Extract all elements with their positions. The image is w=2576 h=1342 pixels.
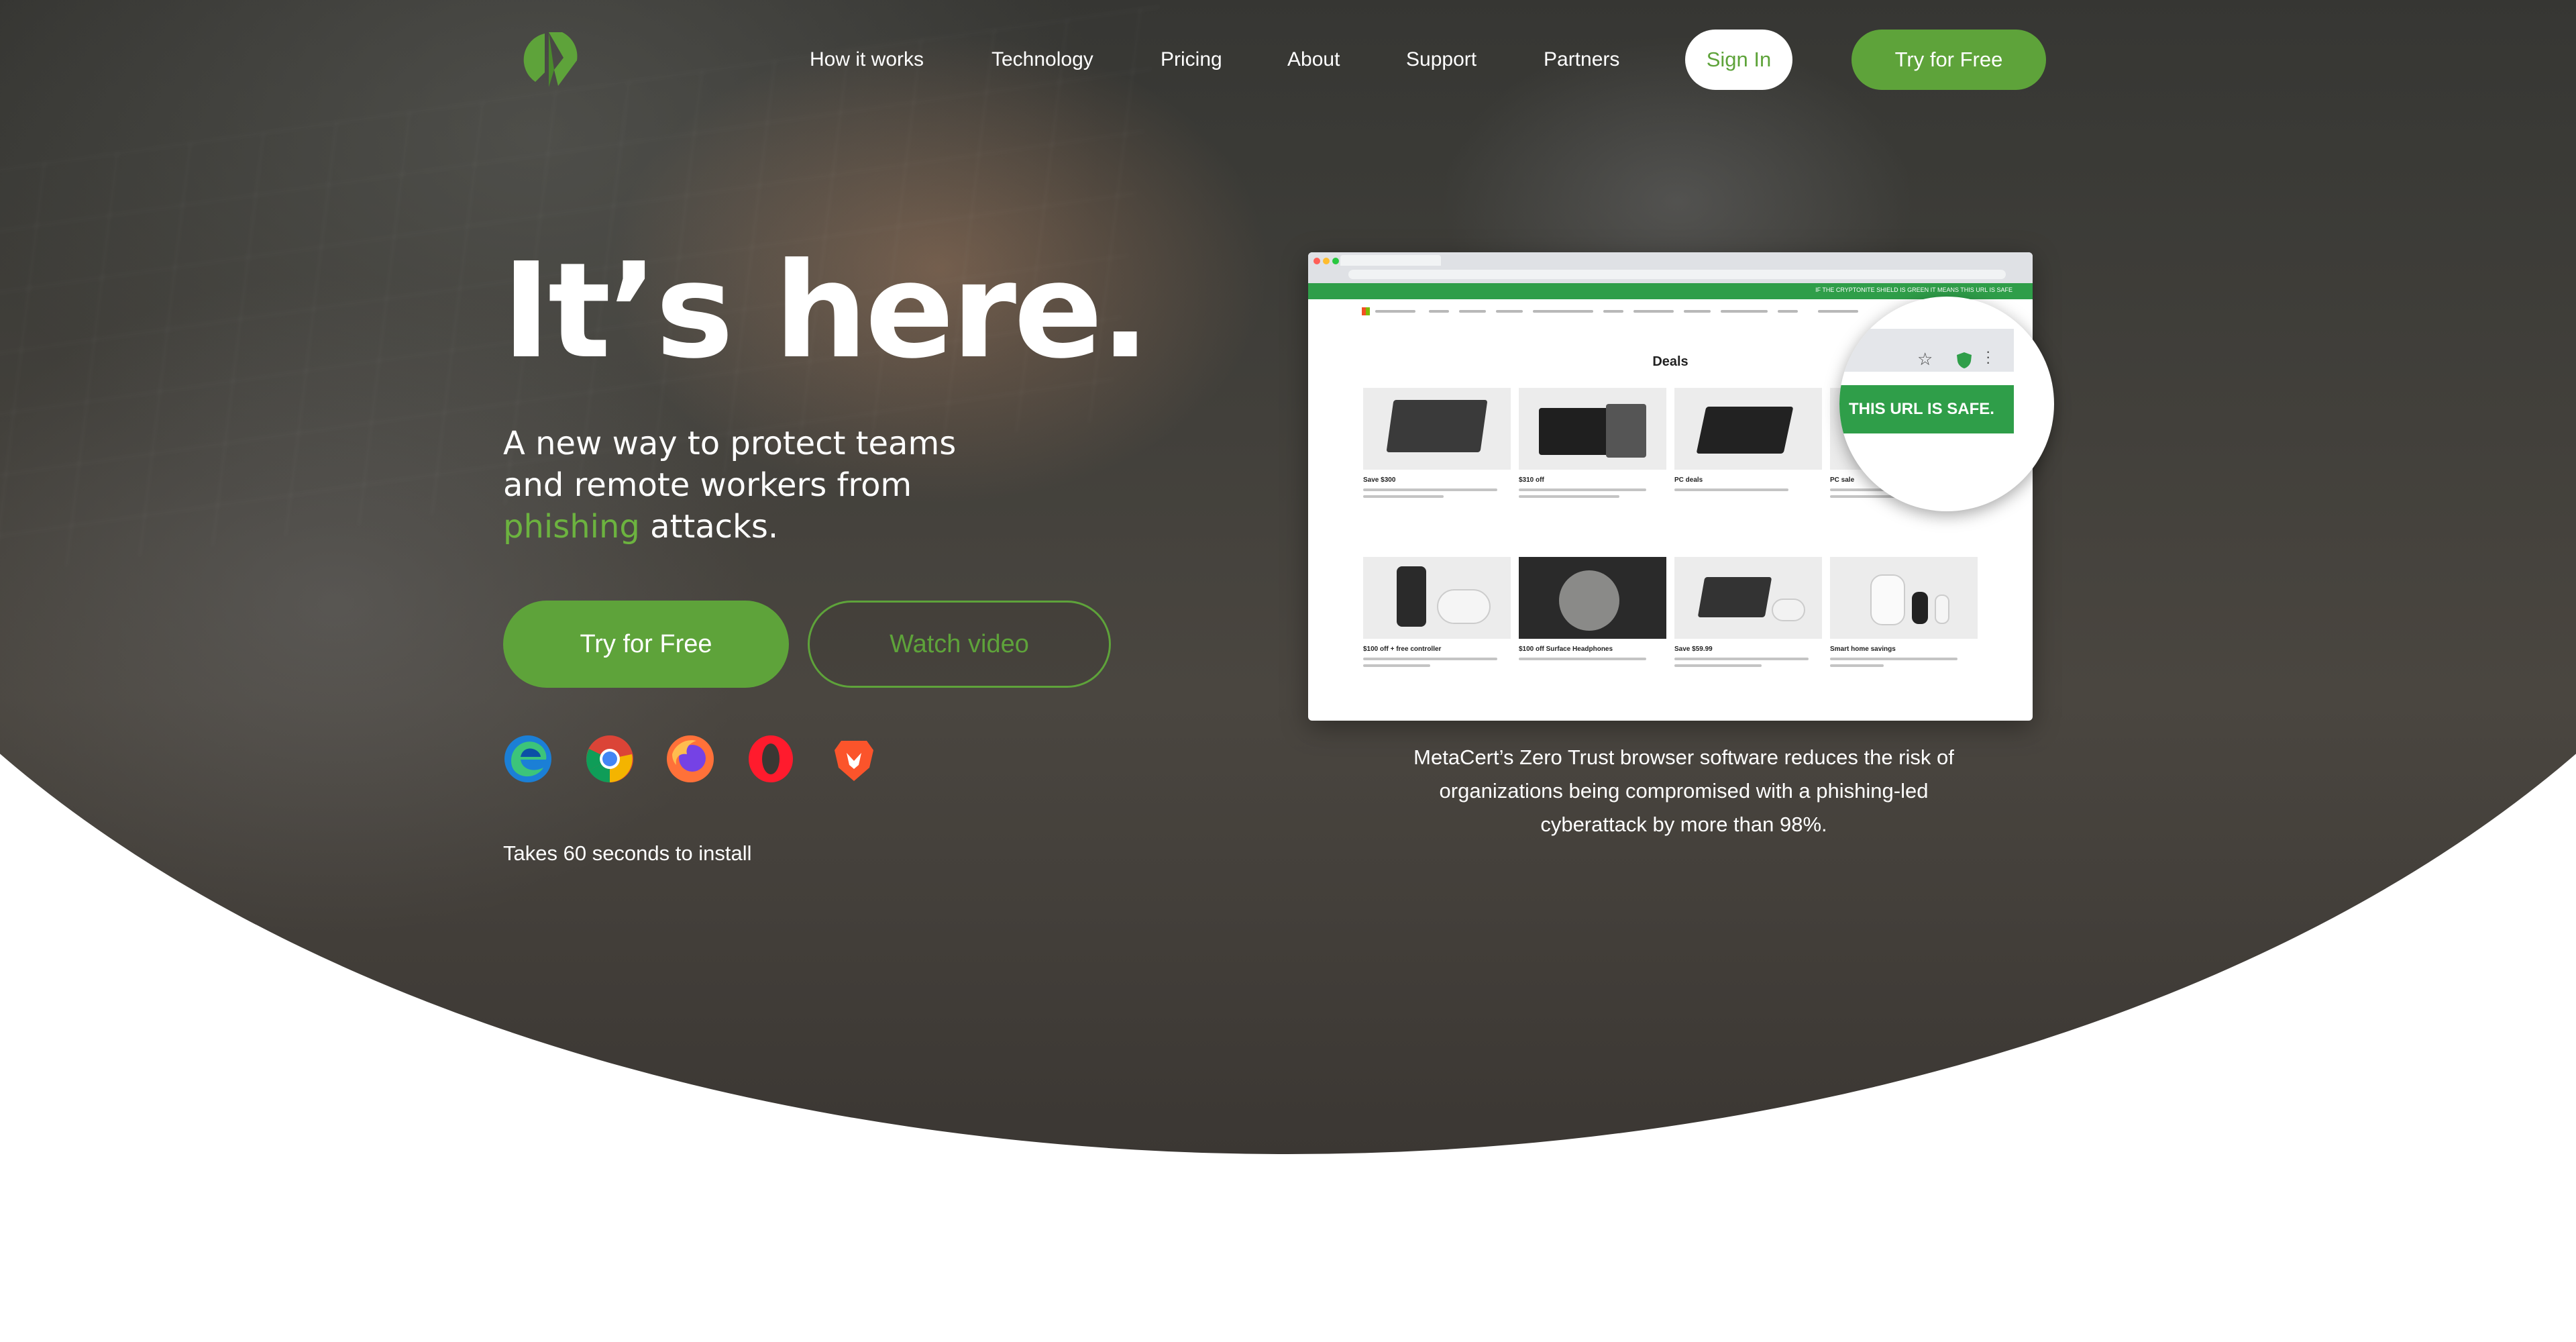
deal-text-line — [1363, 658, 1497, 660]
deal-title: Save $59.99 — [1674, 646, 1713, 653]
smart-speaker-image — [1935, 595, 1949, 624]
nav-about[interactable]: About — [1287, 48, 1340, 71]
subhead-tail: attacks. — [650, 508, 779, 546]
hero-subhead: A new way to protect teams and remote wo… — [503, 423, 1040, 548]
metacert-logo[interactable] — [522, 30, 582, 90]
controller-image — [1772, 599, 1805, 621]
deal-image — [1363, 557, 1511, 639]
deal-image — [1363, 388, 1511, 470]
star-icon: ☆ — [1917, 349, 1933, 369]
deal-text-line — [1519, 495, 1619, 498]
deal-image — [1674, 557, 1822, 639]
browser-chrome — [1308, 252, 2033, 283]
signin-button[interactable]: Sign In — [1685, 30, 1792, 90]
opera-icon[interactable] — [746, 734, 796, 784]
deal-title: Smart home savings — [1830, 646, 1896, 653]
store-nav-item — [1603, 310, 1623, 313]
deal-text-line — [1363, 488, 1497, 491]
controller-image — [1437, 589, 1491, 624]
deal-text-line — [1519, 488, 1646, 491]
nav-how-it-works[interactable]: How it works — [810, 48, 924, 71]
subhead-line-2: and remote workers from — [503, 466, 912, 504]
window-close-dot — [1313, 258, 1320, 264]
deal-title: Save $300 — [1363, 476, 1396, 484]
nav-try-free-button[interactable]: Try for Free — [1851, 30, 2046, 90]
brave-icon[interactable] — [829, 734, 879, 784]
firefox-icon[interactable] — [665, 734, 715, 784]
deal-text-line — [1830, 658, 1957, 660]
deal-title: PC sale — [1830, 476, 1855, 484]
deal-text-line — [1830, 664, 1884, 667]
store-nav-item — [1818, 310, 1858, 313]
magnifier-callout: ☆ · · · THIS URL IS SAFE. — [1839, 297, 2054, 511]
chrome-icon[interactable] — [585, 734, 635, 784]
phone-image — [1397, 566, 1426, 627]
keyboard-cover-image — [1606, 404, 1646, 458]
store-nav — [1362, 306, 1966, 317]
more-icon: · · · — [1986, 343, 1991, 370]
hero-try-free-button[interactable]: Try for Free — [503, 601, 789, 688]
window-minimize-dot — [1323, 258, 1330, 264]
nav-support[interactable]: Support — [1406, 48, 1477, 71]
deal-text-line — [1674, 488, 1788, 491]
deal-image — [1674, 388, 1822, 470]
microsoft-logo — [1362, 307, 1370, 315]
nav-partners[interactable]: Partners — [1544, 48, 1619, 71]
store-nav-item — [1429, 310, 1449, 313]
deal-image — [1830, 557, 1978, 639]
store-nav-item — [1778, 310, 1798, 313]
hero-headline: It’s here. — [502, 235, 1150, 388]
store-nav-item — [1375, 310, 1415, 313]
store-nav-item — [1496, 310, 1523, 313]
safe-banner: IF THE CRYPTONITE SHIELD IS GREEN IT MEA… — [1308, 283, 2033, 299]
deal-text-line — [1674, 664, 1762, 667]
hero-caption: MetaCert’s Zero Trust browser software r… — [1413, 745, 1954, 836]
deal-image — [1519, 388, 1666, 470]
address-bar — [1348, 270, 2006, 279]
shield-icon — [1957, 352, 1972, 368]
hero-background — [0, 0, 2576, 1154]
deal-title: $100 off Surface Headphones — [1519, 646, 1613, 653]
console-box-image — [1697, 577, 1772, 617]
smart-speaker-image — [1912, 592, 1928, 624]
browser-tab — [1340, 255, 1441, 266]
smart-camera-image — [1870, 574, 1905, 625]
laptop-image — [1386, 400, 1488, 452]
deal-title: $310 off — [1519, 476, 1544, 484]
install-note: Takes 60 seconds to install — [503, 841, 752, 865]
deal-text-line — [1519, 658, 1646, 660]
deal-title: $100 off + free controller — [1363, 646, 1442, 653]
store-nav-item — [1684, 310, 1711, 313]
deal-text-line — [1363, 664, 1430, 667]
nav-pricing[interactable]: Pricing — [1161, 48, 1222, 71]
deal-title: PC deals — [1674, 476, 1703, 484]
edge-icon[interactable] — [503, 734, 553, 784]
safe-banner-text: IF THE CRYPTONITE SHIELD IS GREEN IT MEA… — [1815, 287, 2012, 293]
deal-text-line — [1674, 658, 1809, 660]
subhead-accent-word: phishing — [503, 508, 640, 546]
store-nav-item — [1459, 310, 1486, 313]
deal-text-line — [1363, 495, 1444, 498]
pc-image — [1696, 407, 1794, 454]
store-nav-item — [1721, 310, 1768, 313]
subhead-line-1: A new way to protect teams — [503, 425, 957, 462]
store-nav-item — [1633, 310, 1674, 313]
url-safe-label: THIS URL IS SAFE. — [1839, 385, 2014, 433]
window-maximize-dot — [1332, 258, 1339, 264]
hero-section: How it works Technology Pricing About Su… — [0, 0, 2576, 1342]
nav-technology[interactable]: Technology — [991, 48, 1093, 71]
headphones-image — [1559, 570, 1619, 631]
tablet-image — [1539, 408, 1613, 455]
watch-video-button[interactable]: Watch video — [808, 601, 1111, 688]
store-nav-item — [1533, 310, 1593, 313]
deal-image — [1519, 557, 1666, 639]
top-nav: How it works Technology Pricing About Su… — [0, 0, 2576, 121]
